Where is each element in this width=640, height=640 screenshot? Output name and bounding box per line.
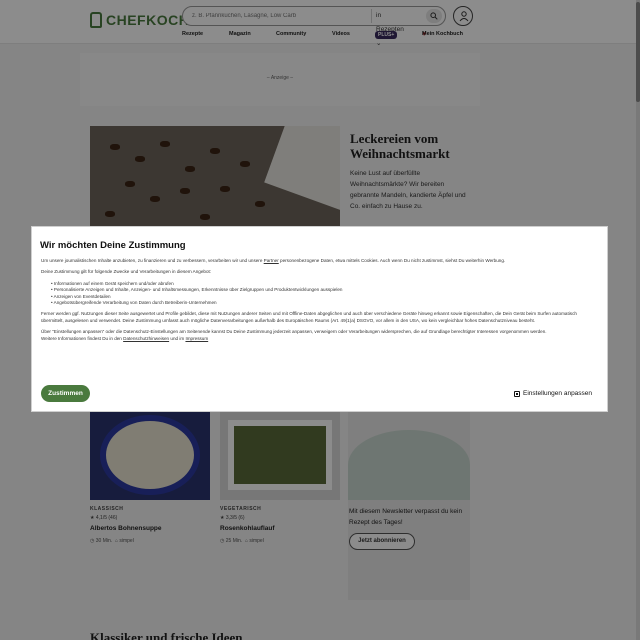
consent-settings-note: Über "Einstellungen anpassen" oder die D… bbox=[41, 329, 599, 342]
settings-icon bbox=[514, 390, 520, 397]
consent-body: Um unsere journalistischen Inhalte anzub… bbox=[41, 258, 599, 342]
consent-more-text: Weitere Informationen findest Du in den bbox=[41, 335, 124, 341]
consent-title: Wir möchten Deine Zustimmung bbox=[40, 240, 186, 251]
consent-purposes-list: Informationen auf einem Gerät speichern … bbox=[51, 281, 599, 307]
consent-purposes-intro: Deine Zustimmung gilt für folgende Zweck… bbox=[41, 269, 212, 275]
adjust-settings-button[interactable]: Einstellungen anpassen bbox=[514, 388, 592, 399]
accept-button[interactable]: Zustimmen bbox=[41, 385, 90, 402]
consent-intro-text: Um unsere journalistischen Inhalte anzub… bbox=[41, 258, 264, 263]
partner-link[interactable]: Partner bbox=[264, 258, 279, 263]
adjust-settings-label: Einstellungen anpassen bbox=[523, 390, 593, 397]
consent-dialog: Wir möchten Deine Zustimmung Um unsere j… bbox=[31, 226, 608, 412]
consent-details: Ferner werden ggf. Nutzungen dieser Seit… bbox=[41, 311, 577, 323]
consent-settings-note-text: Über "Einstellungen anpassen" oder die D… bbox=[41, 329, 547, 335]
consent-intro: Um unsere journalistischen Inhalte anzub… bbox=[41, 258, 599, 264]
consent-more-text-mid: und im bbox=[169, 335, 186, 341]
imprint-link[interactable]: Impressum bbox=[185, 336, 208, 341]
privacy-link[interactable]: Datenschutzhinweisen bbox=[123, 336, 169, 341]
consent-purpose-item: Angebotsübergreifende Verarbeitung von D… bbox=[51, 300, 599, 306]
consent-intro-text-end: personenbezogene Daten, etwa mittels Coo… bbox=[278, 258, 506, 263]
